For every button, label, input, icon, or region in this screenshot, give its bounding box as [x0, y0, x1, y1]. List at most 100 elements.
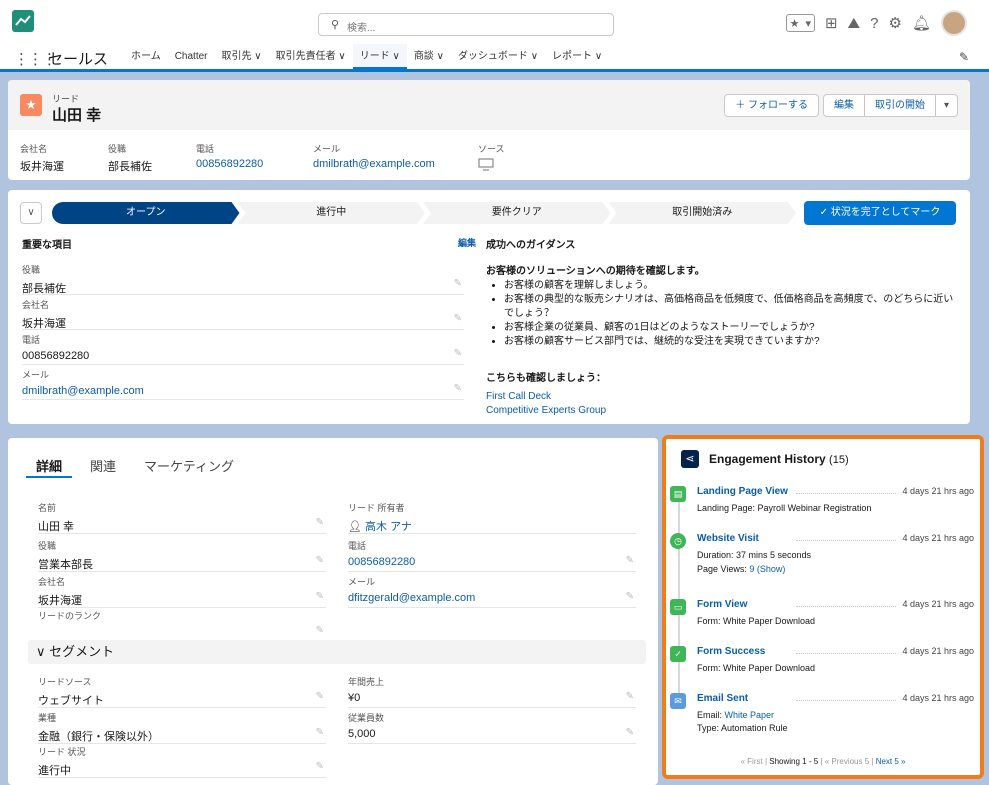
path-step-working[interactable]: 進行中: [238, 202, 426, 224]
user-icon: 👤︎: [348, 521, 362, 533]
path-step-qualified[interactable]: 要件クリア: [423, 202, 611, 224]
pencil-icon[interactable]: ✎: [454, 278, 462, 289]
record-title-bar: ★ リード 山田 幸 ＋ フォローする 編集 取引の開始 ▾: [8, 80, 970, 130]
pencil-icon[interactable]: ✎: [316, 625, 324, 636]
nav-bar: ⋮⋮⋮ セールス ホーム Chatter 取引先 ∨ 取引先責任者 ∨ リード …: [0, 44, 989, 72]
pencil-icon[interactable]: ✎: [316, 761, 324, 772]
event-time: 4 days 21 hrs ago: [902, 486, 974, 496]
owner-value: 👤︎ 高木 アナ: [348, 518, 636, 534]
more-actions-button[interactable]: ▾: [935, 94, 958, 117]
action-button-group: 編集 取引の開始 ▾: [822, 94, 958, 117]
global-search[interactable]: ⚲ 検索...: [318, 13, 614, 36]
pencil-icon[interactable]: ✎: [454, 383, 462, 394]
event-detail: Email: White Paper: [697, 710, 774, 720]
pencil-icon[interactable]: ✎: [959, 50, 969, 64]
chevron-down-icon[interactable]: ▾: [802, 17, 814, 30]
key-field-company: 会社名 坂井海運 ✎: [22, 295, 464, 330]
event-title[interactable]: Landing Page View: [697, 486, 788, 497]
convert-button[interactable]: 取引の開始: [864, 94, 936, 117]
event-title[interactable]: Email Sent: [697, 693, 748, 704]
trailhead-icon[interactable]: ⛰: [848, 15, 861, 32]
field-label: リード 状況: [38, 747, 86, 757]
event-title[interactable]: Website Visit: [697, 533, 759, 544]
engagement-title-text: Engagement History: [709, 452, 826, 466]
field-label: メール: [348, 577, 376, 587]
list-item: お客様企業の従業員、顧客の1日はどのようなストーリーでしょうか?: [504, 321, 956, 335]
app-logo[interactable]: [12, 10, 34, 32]
tab-marketing[interactable]: マーケティング: [134, 448, 244, 478]
pencil-icon[interactable]: ✎: [626, 555, 634, 566]
record-header: ★ リード 山田 幸 ＋ フォローする 編集 取引の開始 ▾ 会社名 坂井海運 …: [8, 80, 970, 180]
event-detail-label: Email:: [697, 710, 723, 720]
event-title[interactable]: Form View: [697, 599, 747, 610]
pencil-icon[interactable]: ✎: [626, 591, 634, 602]
bell-icon[interactable]: 🔔︎: [912, 14, 931, 32]
highlight-label: 電話: [196, 144, 215, 154]
details-card: 詳細 関連 マーケティング 名前 山田 幸 ✎ 役職 営業本部長 ✎ 会社名 坂…: [8, 438, 658, 785]
path-step-converted[interactable]: 取引開始済み: [609, 202, 797, 224]
email-icon: ✉: [670, 693, 686, 709]
list-item: お客様の典型的な販売シナリオは、高価格商品を低頻度で、低価格商品を高頻度で、のど…: [504, 293, 956, 321]
pencil-icon[interactable]: ✎: [454, 348, 462, 359]
page-views-link[interactable]: 9 (Show): [749, 564, 785, 574]
next-page-link[interactable]: Next 5 »: [876, 757, 906, 766]
previous-page-link[interactable]: « Previous 5: [825, 757, 869, 766]
add-icon[interactable]: ⊞: [825, 14, 838, 32]
event-title[interactable]: Form Success: [697, 646, 765, 657]
nav-item-dashboards[interactable]: ダッシュボード ∨: [451, 44, 545, 69]
field-label: 年間売上: [348, 677, 385, 687]
highlight-email: メール dmilbrath@example.com: [313, 142, 435, 170]
star-icon[interactable]: ★: [787, 17, 803, 30]
email-link[interactable]: dmilbrath@example.com: [22, 385, 464, 397]
field-value: ¥0: [348, 692, 361, 704]
phone-link[interactable]: 00856892280: [348, 556, 636, 568]
resource-link[interactable]: Competitive Experts Group: [486, 405, 606, 416]
nav-item-reports[interactable]: レポート ∨: [545, 44, 609, 69]
tab-related[interactable]: 関連: [80, 448, 126, 478]
nav-item-home[interactable]: ホーム: [124, 44, 168, 69]
pencil-icon[interactable]: ✎: [316, 727, 324, 738]
email-name-link[interactable]: White Paper: [725, 710, 775, 720]
record-name: 山田 幸: [52, 107, 102, 124]
key-fields-edit-link[interactable]: 編集: [458, 236, 476, 249]
pencil-icon[interactable]: ✎: [626, 727, 634, 738]
path-toggle-button[interactable]: ∨: [20, 202, 42, 224]
field-value: 00856892280: [22, 350, 90, 362]
email-link[interactable]: dmilbrath@example.com: [313, 158, 435, 170]
mark-complete-button[interactable]: ✓ 状況を完了としてマーク: [804, 201, 956, 225]
pencil-icon[interactable]: ✎: [626, 691, 634, 702]
pencil-icon[interactable]: ✎: [316, 691, 324, 702]
pencil-icon[interactable]: ✎: [454, 313, 462, 324]
pencil-icon[interactable]: ✎: [316, 555, 324, 566]
resource-link[interactable]: First Call Deck: [486, 391, 551, 402]
nav-item-chatter[interactable]: Chatter: [168, 44, 215, 69]
phone-link[interactable]: 00856892280: [196, 158, 263, 170]
showing-range: Showing 1 - 5: [769, 757, 819, 766]
field-employees: 従業員数 5,000 ✎: [348, 708, 636, 744]
favorites-button[interactable]: ★ ▾: [785, 14, 815, 32]
owner-link[interactable]: 高木 アナ: [365, 521, 412, 533]
field-lead-owner: リード 所有者 👤︎ 高木 アナ: [348, 498, 636, 534]
key-fields-title: 重要な項目: [22, 240, 72, 251]
key-field-phone: 電話 00856892280 ✎: [22, 330, 464, 365]
nav-item-accounts[interactable]: 取引先 ∨: [215, 44, 269, 69]
pencil-icon[interactable]: ✎: [316, 591, 324, 602]
edit-button[interactable]: 編集: [822, 94, 865, 117]
path-step-open[interactable]: オープン: [52, 202, 240, 224]
avatar[interactable]: [941, 10, 967, 36]
email-link[interactable]: dfitzgerald@example.com: [348, 592, 636, 604]
gear-icon[interactable]: ⚙: [889, 14, 902, 32]
pencil-icon[interactable]: ✎: [316, 517, 324, 528]
help-icon[interactable]: ?: [870, 15, 878, 32]
segment-section-header[interactable]: ∨ セグメント: [28, 640, 646, 664]
engagement-history-panel: ⋖ Engagement History (15) ▤ Landing Page…: [666, 439, 980, 775]
first-page-link[interactable]: « First: [740, 757, 762, 766]
nav-item-opportunities[interactable]: 商談 ∨: [407, 44, 451, 69]
nav-item-leads[interactable]: リード ∨: [352, 44, 407, 69]
tab-details[interactable]: 詳細: [26, 448, 73, 478]
event-divider: [796, 700, 896, 701]
follow-button[interactable]: ＋ フォローする: [724, 94, 819, 117]
highlight-phone: 電話 00856892280: [196, 142, 263, 170]
nav-item-contacts[interactable]: 取引先責任者 ∨: [269, 44, 353, 69]
event-detail: Duration: 37 mins 5 seconds: [697, 550, 812, 560]
